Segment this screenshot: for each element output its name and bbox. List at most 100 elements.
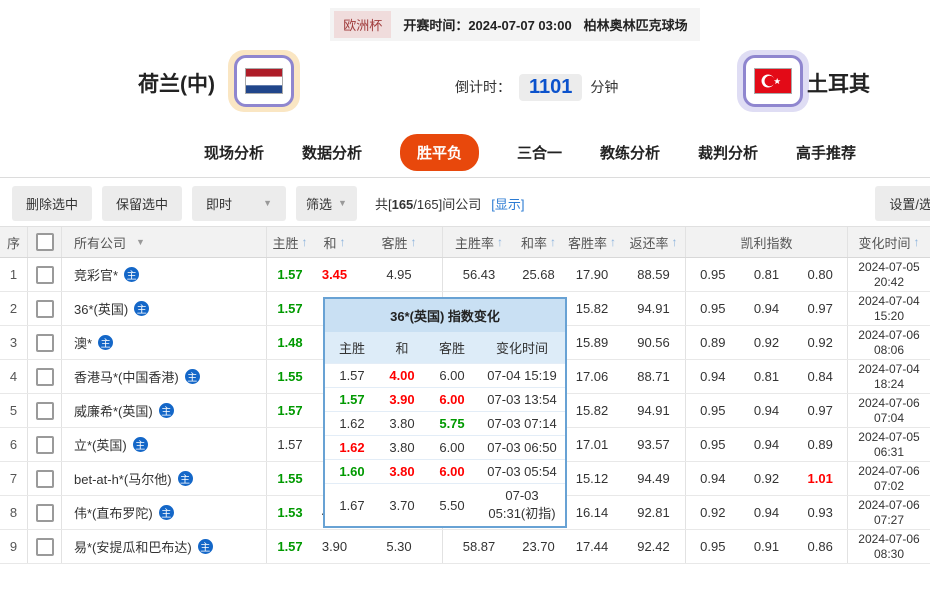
company-cell[interactable]: 竞彩官* 主: [62, 258, 267, 291]
header-home-odds[interactable]: 主胜 ↑: [267, 227, 313, 257]
company-name: bet-at-h*(马尔他): [74, 472, 172, 487]
company-cell[interactable]: 36*(英国) 主: [62, 292, 267, 325]
header-select-all[interactable]: [28, 227, 62, 257]
rate-away: 15.82: [575, 403, 609, 418]
odds-home[interactable]: 1.48: [267, 326, 313, 359]
tab-expert-picks[interactable]: 高手推荐: [796, 142, 856, 163]
time-mode-dropdown[interactable]: 即时 ▼: [192, 185, 287, 221]
company-cell[interactable]: 威廉希*(英国) 主: [62, 394, 267, 427]
tab-live-analysis[interactable]: 现场分析: [204, 142, 264, 163]
kelly-home: 0.89: [700, 335, 726, 350]
filter-dropdown[interactable]: 筛选 ▼: [296, 185, 357, 221]
return-rate: 92.42: [622, 530, 686, 563]
tab-coach-analysis[interactable]: 教练分析: [600, 142, 660, 163]
popup-row: 1.60 3.80 6.00 07-03 05:54: [325, 459, 565, 483]
tab-win-draw-lose[interactable]: 胜平负: [399, 134, 479, 171]
select-all-checkbox[interactable]: [35, 233, 54, 251]
countdown-value: 1101: [519, 73, 583, 101]
checkbox-cell: [28, 258, 62, 291]
header-change-time[interactable]: 变化时间 ↑: [848, 227, 930, 257]
keep-selected-button[interactable]: 保留选中: [102, 185, 183, 221]
home-badge-icon: 主: [158, 403, 174, 418]
company-name: 立*(英国): [74, 438, 127, 453]
home-badge-icon: 主: [124, 267, 140, 282]
header-away-rate[interactable]: 客胜率 ↑: [562, 227, 622, 257]
odds-home[interactable]: 1.55: [267, 360, 313, 393]
tab-three-in-one[interactable]: 三合一: [517, 142, 562, 163]
company-name: 威廉希*(英国): [74, 404, 153, 419]
venue: 柏林奥林匹克球场: [583, 18, 688, 33]
company-cell[interactable]: bet-at-h*(马尔他) 主: [62, 462, 267, 495]
row-checkbox[interactable]: [35, 333, 54, 352]
kelly-home: 0.95: [700, 539, 726, 554]
company-name: 竞彩官*: [74, 268, 119, 283]
rate-draw: 25.68: [522, 267, 555, 282]
kelly-draw: 0.94: [753, 505, 780, 520]
checkbox-cell: [28, 326, 62, 359]
header-home-rate[interactable]: 主胜率 ↑: [443, 227, 515, 257]
chevron-down-icon: ▼: [263, 198, 273, 208]
popup-row: 1.62 3.80 6.00 07-03 06:50: [325, 435, 565, 459]
netherlands-flag-icon: [234, 55, 294, 107]
popup-header-away-odds: 客胜: [438, 341, 465, 356]
countdown-label: 倒计时：: [455, 79, 511, 95]
row-checkbox[interactable]: [35, 299, 54, 318]
change-time: 2024-07-06 07:02: [858, 463, 920, 493]
row-checkbox[interactable]: [35, 401, 54, 420]
company-cell[interactable]: 立*(英国) 主: [62, 428, 267, 461]
header-company[interactable]: 所有公司 ▼: [62, 227, 267, 257]
header-label: 变化时间: [858, 235, 911, 251]
row-number: 2: [0, 292, 28, 325]
popup-odds-draw: 3.80: [389, 440, 415, 455]
company-name: 36*(英国): [74, 302, 129, 317]
change-time-cell: 2024-07-05 06:31: [848, 428, 930, 461]
odds-draw[interactable]: 3.90: [313, 530, 356, 563]
odds-away[interactable]: 4.95: [356, 258, 443, 291]
row-checkbox[interactable]: [35, 367, 54, 386]
home-badge-icon: 主: [158, 505, 174, 520]
row-checkbox[interactable]: [35, 537, 54, 556]
sort-asc-icon: ↑: [339, 235, 346, 249]
company-cell[interactable]: 澳* 主: [62, 326, 267, 359]
change-time: 2024-07-06 08:30: [858, 531, 920, 561]
match-odds-page: { "top": { "league": "欧洲杯", "kickoff": "…: [0, 0, 930, 597]
home-team-name: 荷兰(中): [138, 73, 215, 96]
row-checkbox[interactable]: [35, 469, 54, 488]
company-cell[interactable]: 香港马*(中国香港) 主: [62, 360, 267, 393]
header-draw-odds[interactable]: 和 ↑: [313, 227, 356, 257]
header-away-odds[interactable]: 客胜 ↑: [356, 227, 443, 257]
kelly-cell: 0.94 0.81 0.84: [686, 360, 848, 393]
odds-home[interactable]: 1.57: [267, 258, 313, 291]
kelly-cell: 0.94 0.92 1.01: [686, 462, 848, 495]
company-cell[interactable]: 易*(安提瓜和巴布达) 主: [62, 530, 267, 563]
odds-home[interactable]: 1.57: [267, 292, 313, 325]
odds-home[interactable]: 1.57: [267, 530, 313, 563]
header-label: 主胜: [272, 235, 299, 251]
header-draw-rate[interactable]: 和率 ↑: [515, 227, 562, 257]
odds-home[interactable]: 1.57: [267, 428, 313, 461]
header-label: 凯利指数: [740, 235, 793, 251]
header-return-rate[interactable]: 返还率 ↑: [622, 227, 686, 257]
tab-data-analysis[interactable]: 数据分析: [302, 142, 362, 163]
odds-home[interactable]: 1.55: [267, 462, 313, 495]
row-checkbox[interactable]: [35, 435, 54, 454]
sort-asc-icon: ↑: [671, 235, 678, 249]
tab-referee-analysis[interactable]: 裁判分析: [698, 142, 758, 163]
row-checkbox[interactable]: [35, 503, 54, 522]
odds-away[interactable]: 5.30: [356, 530, 443, 563]
delete-selected-button[interactable]: 删除选中: [12, 185, 93, 221]
change-time-cell: 2024-07-06 07:04: [848, 394, 930, 427]
show-link[interactable]: [显示]: [491, 194, 524, 213]
settings-button[interactable]: 设置/选: [875, 186, 930, 221]
rate-away: 17.06: [575, 369, 609, 384]
odds-draw[interactable]: 3.45: [313, 258, 356, 291]
match-info-bar: 欧洲杯 开赛时间：2024-07-07 03:00 柏林奥林匹克球场: [0, 8, 930, 41]
popup-odds-draw: 3.90: [389, 392, 415, 407]
return-rate: 88.59: [622, 258, 686, 291]
odds-home[interactable]: 1.53: [267, 496, 313, 529]
company-cell[interactable]: 伟*(直布罗陀) 主: [62, 496, 267, 529]
kelly-cell: 0.92 0.94 0.93: [686, 496, 848, 529]
row-checkbox[interactable]: [35, 265, 54, 284]
odds-home[interactable]: 1.57: [267, 394, 313, 427]
kelly-home: 0.92: [700, 505, 726, 520]
